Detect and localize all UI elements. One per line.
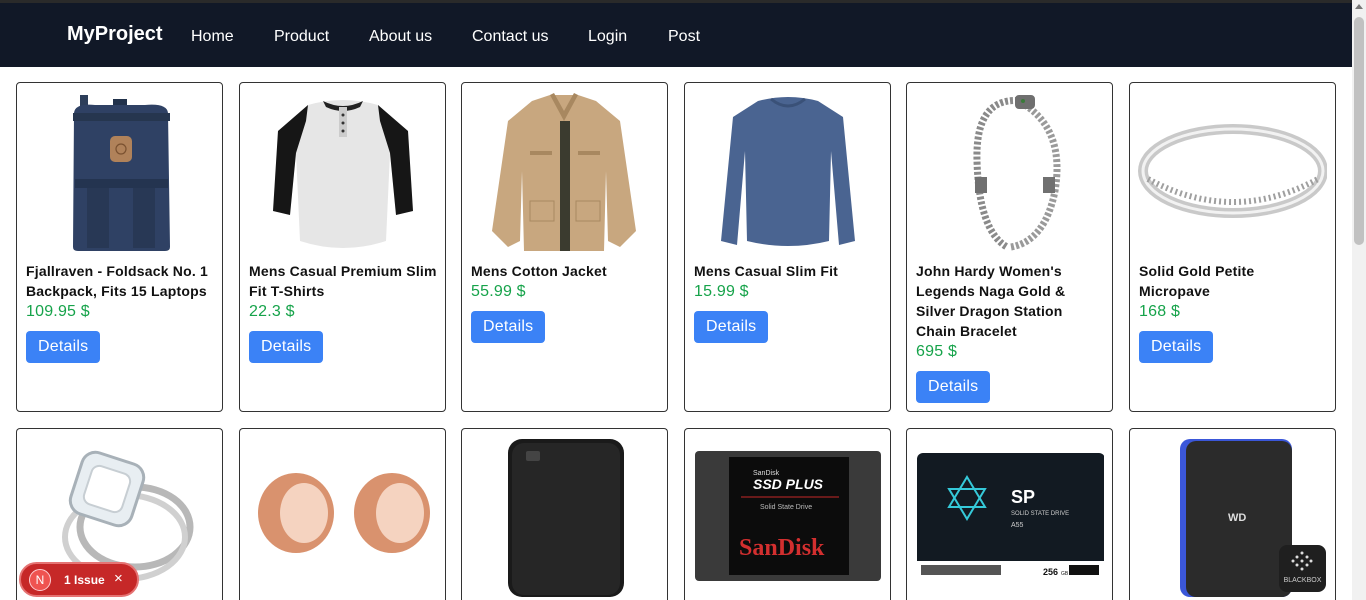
svg-text:SanDisk: SanDisk (739, 535, 825, 561)
svg-text:SP: SP (1011, 487, 1035, 507)
svg-text:Solid State Drive: Solid State Drive (760, 504, 812, 511)
product-price: 695 $ (916, 343, 958, 360)
page-scrollbar[interactable] (1352, 0, 1366, 600)
product-price: 15.99 $ (694, 283, 749, 300)
product-card (239, 428, 446, 600)
product-title: Fjallraven - Foldsack No. 1 Backpack, Fi… (26, 263, 209, 299)
product-card: John Hardy Women's Legends Naga Gold & S… (906, 82, 1113, 412)
product-price: 22.3 $ (249, 303, 295, 320)
navbar: MyProject Home Product About us Contact … (0, 0, 1352, 67)
product-image-ring (1138, 91, 1328, 251)
details-button[interactable]: Details (26, 331, 101, 363)
details-button[interactable]: Details (1139, 331, 1214, 363)
product-title: Mens Casual Premium Slim Fit T-Shirts (249, 263, 437, 299)
svg-text:SOLID STATE DRIVE: SOLID STATE DRIVE (1011, 511, 1069, 517)
product-card: Mens Casual Premium Slim Fit T-Shirts 22… (239, 82, 446, 412)
product-image-sp-ssd: SP SOLID STATE DRIVE A55 256 GB (915, 437, 1105, 597)
brand-logo[interactable]: MyProject (67, 23, 163, 46)
details-button[interactable]: Details (249, 331, 324, 363)
product-card: Mens Cotton Jacket 55.99 $ Details (461, 82, 668, 412)
product-image-bracelet (915, 91, 1104, 251)
scroll-up-arrow-icon[interactable] (1355, 4, 1363, 9)
svg-text:GB: GB (1061, 571, 1069, 577)
product-image-sandisk-ssd: SanDisk SSD PLUS Solid State Drive SanDi… (693, 437, 882, 597)
product-image-jacket (470, 91, 659, 251)
details-button[interactable]: Details (916, 371, 991, 403)
product-image-rose-gold-plugs (248, 437, 437, 597)
product-image-external-hard-drive (470, 437, 659, 597)
product-card: SanDisk SSD PLUS Solid State Drive SanDi… (684, 428, 891, 600)
product-price: 168 $ (1139, 303, 1181, 320)
issue-count: 1 Issue (64, 573, 105, 587)
svg-text:A55: A55 (1011, 522, 1024, 529)
product-card: Fjallraven - Foldsack No. 1 Backpack, Fi… (16, 82, 223, 412)
nav-home[interactable]: Home (191, 28, 234, 46)
product-card: Mens Casual Slim Fit 15.99 $ Details (684, 82, 891, 412)
product-title: John Hardy Women's Legends Naga Gold & S… (916, 263, 1066, 339)
blackbox-widget[interactable]: BLACKBOX (1279, 545, 1326, 592)
svg-text:256: 256 (1043, 567, 1058, 577)
details-button[interactable]: Details (694, 311, 769, 343)
product-title: Mens Cotton Jacket (471, 263, 607, 279)
product-title: Mens Casual Slim Fit (694, 263, 839, 279)
product-image-longsleeve-shirt (693, 91, 882, 251)
nav-product[interactable]: Product (274, 28, 329, 46)
product-image-backpack (25, 91, 214, 252)
product-price: 55.99 $ (471, 283, 526, 300)
issue-avatar: N (29, 569, 51, 591)
scroll-thumb[interactable] (1354, 17, 1364, 245)
product-card (461, 428, 668, 600)
svg-text:WD: WD (1228, 512, 1246, 524)
product-image-raglan-shirt (248, 91, 437, 251)
nav-post[interactable]: Post (668, 28, 700, 46)
issue-badge[interactable]: N 1 Issue × (19, 562, 139, 597)
blackbox-logo-icon (1291, 551, 1313, 571)
product-title: Solid Gold Petite Micropave (1139, 263, 1255, 299)
product-card: SP SOLID STATE DRIVE A55 256 GB (906, 428, 1113, 600)
product-price: 109.95 $ (26, 303, 90, 320)
close-icon[interactable]: × (114, 570, 123, 587)
nav-about-us[interactable]: About us (369, 28, 432, 46)
blackbox-label: BLACKBOX (1283, 577, 1322, 584)
product-card: Solid Gold Petite Micropave 168 $ Detail… (1129, 82, 1336, 412)
details-button[interactable]: Details (471, 311, 546, 343)
nav-login[interactable]: Login (588, 28, 627, 46)
nav-contact-us[interactable]: Contact us (472, 28, 548, 46)
svg-text:SSD PLUS: SSD PLUS (753, 476, 824, 492)
